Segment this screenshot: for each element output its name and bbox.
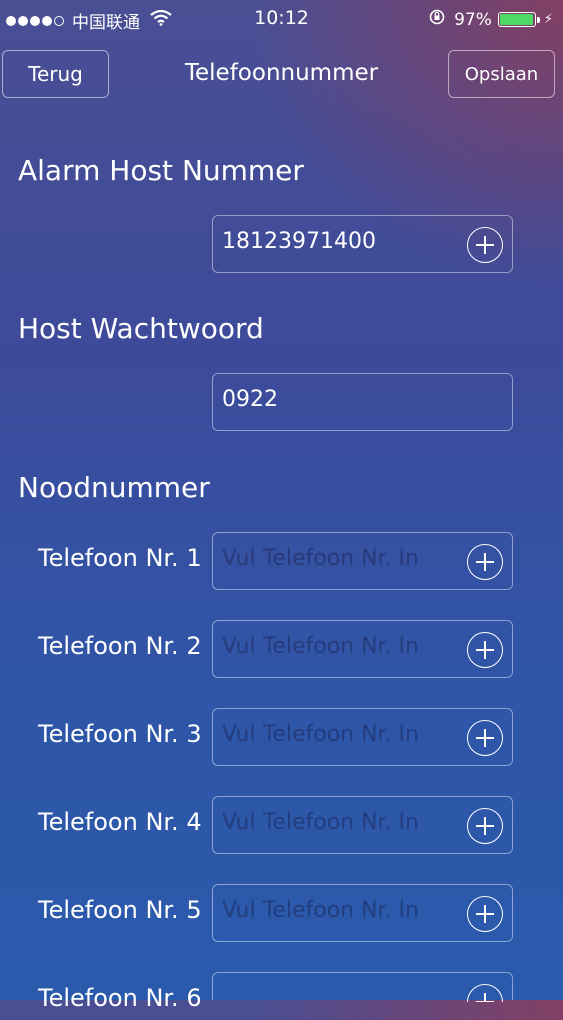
phone-label-6: Telefoon Nr. 6: [38, 984, 202, 1012]
alarm-host-number-field[interactable]: 18123971400: [212, 215, 513, 273]
add-contact-icon[interactable]: [467, 720, 503, 756]
battery-status: 97% ⚡: [428, 8, 553, 31]
phone-field-1[interactable]: Vul Telefoon Nr. In: [212, 532, 513, 590]
host-password-field[interactable]: 0922: [212, 373, 513, 431]
phone-label-4: Telefoon Nr. 4: [38, 808, 202, 836]
host-password-title: Host Wachtwoord: [18, 312, 264, 345]
phone-label-1: Telefoon Nr. 1: [38, 544, 202, 572]
add-contact-icon[interactable]: [467, 632, 503, 668]
battery-fill: [499, 14, 533, 25]
emergency-title: Noodnummer: [18, 471, 210, 504]
phone-placeholder: Vul Telefoon Nr. In: [222, 634, 419, 659]
add-contact-icon[interactable]: [467, 984, 503, 1002]
alarm-host-number-value: 18123971400: [222, 229, 376, 254]
phone-placeholder: Vul Telefoon Nr. In: [222, 810, 419, 835]
alarm-host-title: Alarm Host Nummer: [18, 154, 304, 187]
add-contact-icon[interactable]: [467, 896, 503, 932]
phone-placeholder: Vul Telefoon Nr. In: [222, 722, 419, 747]
phone-field-3[interactable]: Vul Telefoon Nr. In: [212, 708, 513, 766]
phone-field-6[interactable]: [212, 972, 513, 1002]
orientation-lock-icon: [428, 8, 446, 31]
phone-field-2[interactable]: Vul Telefoon Nr. In: [212, 620, 513, 678]
add-contact-icon[interactable]: [467, 544, 503, 580]
host-password-value: 0922: [222, 387, 278, 412]
navigation-bar: Terug Telefoonnummer Opslaan: [0, 48, 563, 102]
add-contact-icon[interactable]: [467, 808, 503, 844]
battery-percent: 97%: [454, 9, 492, 30]
phone-label-3: Telefoon Nr. 3: [38, 720, 202, 748]
phone-label-5: Telefoon Nr. 5: [38, 896, 202, 924]
battery-icon: [497, 12, 536, 27]
battery-nub: [536, 16, 540, 23]
save-button[interactable]: Opslaan: [448, 50, 555, 98]
phone-placeholder: Vul Telefoon Nr. In: [222, 546, 419, 571]
phone-placeholder: Vul Telefoon Nr. In: [222, 898, 419, 923]
phone-field-5[interactable]: Vul Telefoon Nr. In: [212, 884, 513, 942]
phone-field-4[interactable]: Vul Telefoon Nr. In: [212, 796, 513, 854]
charging-icon: ⚡: [543, 12, 553, 27]
status-bar: 中国联通 10:12 97% ⚡: [0, 0, 563, 36]
phone-label-2: Telefoon Nr. 2: [38, 632, 202, 660]
add-contact-icon[interactable]: [467, 227, 503, 263]
